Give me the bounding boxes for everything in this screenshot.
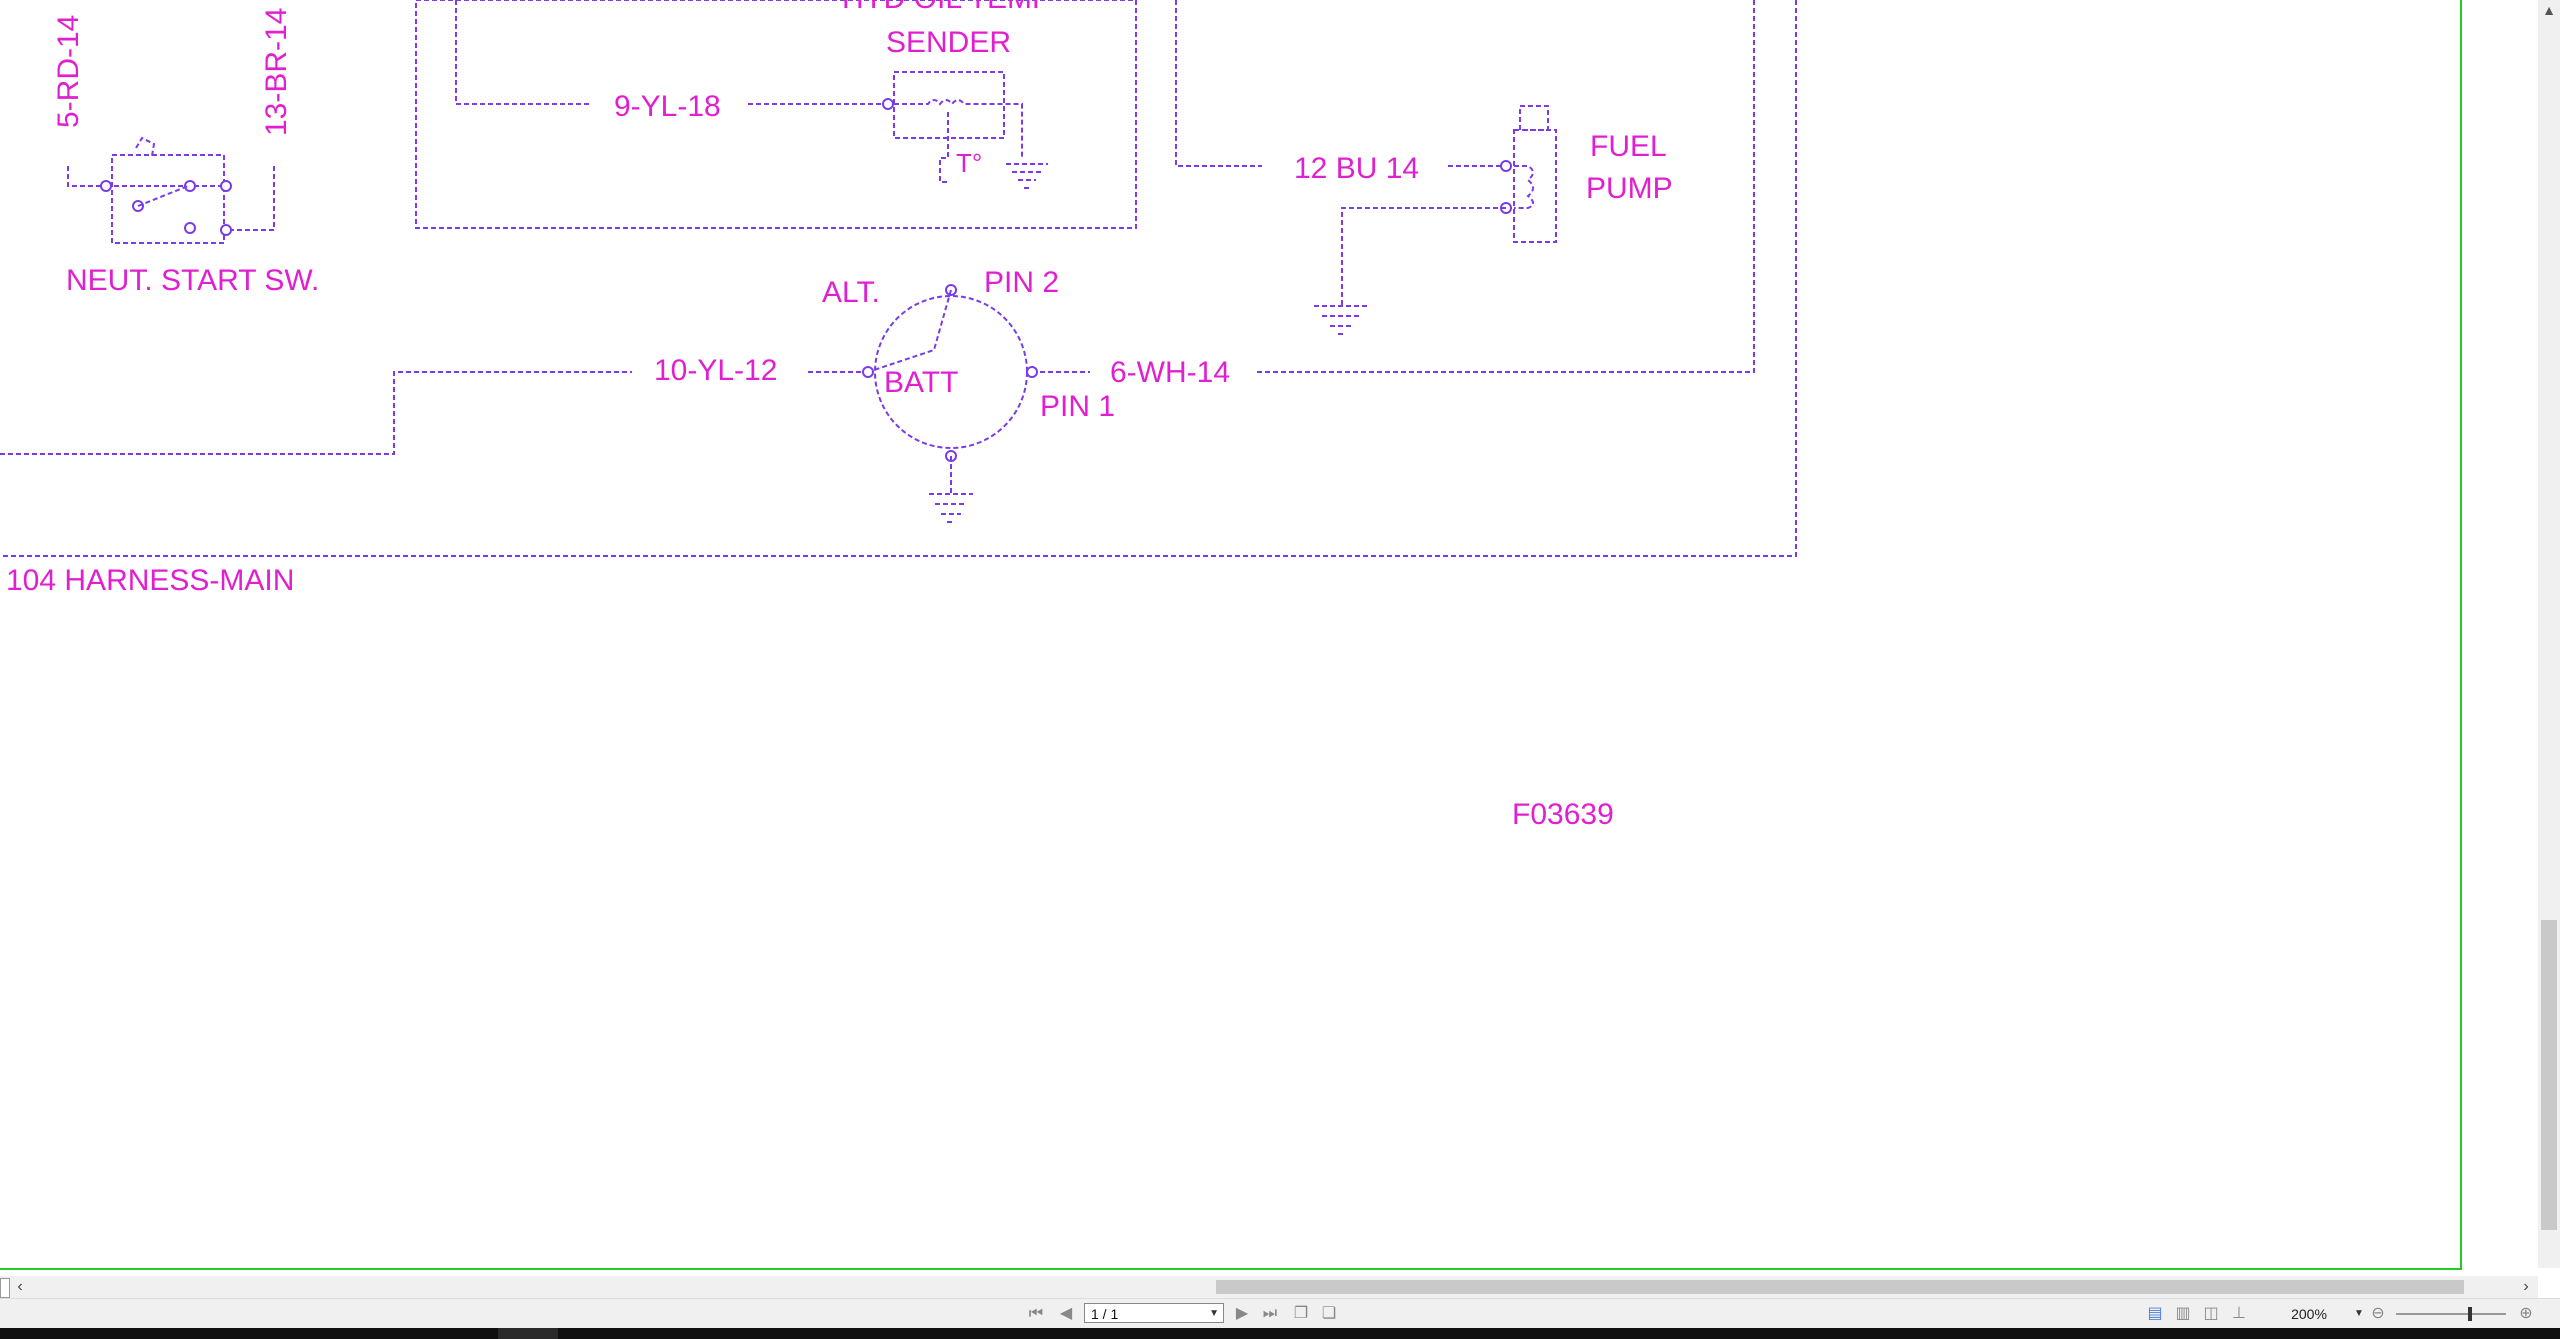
zoom-in-icon[interactable]: ⊕ (2516, 1305, 2536, 1323)
neutral-start-switch-label: NEUT. START SW. (66, 264, 319, 297)
copy-view-icon[interactable]: ❐ (1290, 1305, 1312, 1323)
scroll-left-icon[interactable]: ‹ (10, 1276, 30, 1298)
battery-alternator-symbol (862, 284, 1038, 523)
fuel-pump-label-line1: FUEL (1590, 130, 1667, 163)
fit-view-icon[interactable]: ❏ (1318, 1305, 1340, 1323)
scroll-up-icon[interactable]: ▲ (2538, 0, 2560, 20)
figure-id-label: F03639 (1512, 798, 1614, 831)
document-viewer: 5-RD-14 13-BR-14 NEUT. START SW. HYD OIL… (0, 0, 2560, 1339)
page-number-select[interactable]: 1 / 1 ▼ (1084, 1303, 1224, 1323)
vertical-scroll-thumb[interactable] (2541, 920, 2557, 1230)
single-page-view-icon[interactable]: ▤ (2144, 1305, 2166, 1323)
pin-1-label: PIN 1 (1040, 390, 1115, 423)
zoom-level[interactable]: 200% (2282, 1305, 2336, 1323)
wire-label-9-yl-18: 9-YL-18 (614, 90, 721, 123)
zoom-out-icon[interactable]: ⊖ (2368, 1305, 2388, 1323)
continuous-view-icon[interactable]: ▥ (2172, 1305, 2194, 1323)
horizontal-scrollbar[interactable]: ‹ › (0, 1276, 2538, 1298)
last-page-icon[interactable]: ⏭ (1258, 1305, 1282, 1323)
taskbar-active-app[interactable] (498, 1328, 558, 1339)
pin-2-label: PIN 2 (984, 266, 1059, 299)
fuel-pump-label-line2: PUMP (1586, 172, 1673, 205)
zoom-dropdown-icon[interactable]: ▼ (2354, 1305, 2364, 1323)
two-page-view-icon[interactable]: ◫ (2200, 1305, 2222, 1323)
next-page-icon[interactable]: ▶ (1232, 1305, 1252, 1323)
wire-label-10-yl-12: 10-YL-12 (654, 354, 777, 387)
page-indicator: 1 / 1 (1091, 1306, 1119, 1322)
alternator-label: ALT. (822, 276, 880, 309)
drawing-canvas[interactable]: 5-RD-14 13-BR-14 NEUT. START SW. HYD OIL… (0, 0, 2462, 1270)
horizontal-scroll-thumb[interactable] (1216, 1280, 2464, 1294)
zoom-slider[interactable] (2396, 1313, 2506, 1315)
battery-label: BATT (884, 366, 958, 399)
status-bar: ⏮ ◀ 1 / 1 ▼ ▶ ⏭ ❐ ❏ ▤ ▥ ◫ ⊥ 200% ▼ ⊖ ⊕ (0, 1298, 2560, 1329)
taskbar (0, 1328, 2560, 1339)
wire-label-5-rd-14: 5-RD-14 (52, 15, 85, 128)
first-page-icon[interactable]: ⏮ (1026, 1305, 1046, 1323)
panel-toggle-icon[interactable] (0, 1278, 10, 1298)
wire-label-13-br-14: 13-BR-14 (260, 8, 293, 136)
hyd-oil-temp-label-line2: SENDER (886, 26, 1011, 59)
neutral-start-switch-symbol (67, 136, 275, 244)
split-view-icon[interactable]: ⊥ (2228, 1305, 2250, 1323)
harness-label: 104 HARNESS-MAIN (6, 564, 294, 597)
chevron-down-icon: ▼ (1209, 1308, 1219, 1319)
wiring-schematic: 5-RD-14 13-BR-14 NEUT. START SW. HYD OIL… (0, 0, 1797, 831)
hyd-oil-temp-sender-symbol (415, 0, 1137, 229)
temp-symbol-label: T° (956, 148, 982, 178)
wire-label-12-bu-14: 12 BU 14 (1294, 152, 1419, 185)
vertical-scrollbar[interactable]: ▲ (2538, 0, 2560, 1268)
hyd-oil-temp-label-line1: HYD OIL TEMP (842, 0, 1052, 15)
previous-page-icon[interactable]: ◀ (1056, 1305, 1076, 1323)
scroll-right-icon[interactable]: › (2516, 1276, 2536, 1298)
zoom-slider-handle[interactable] (2468, 1307, 2472, 1321)
wire-label-6-wh-14: 6-WH-14 (1110, 356, 1230, 389)
